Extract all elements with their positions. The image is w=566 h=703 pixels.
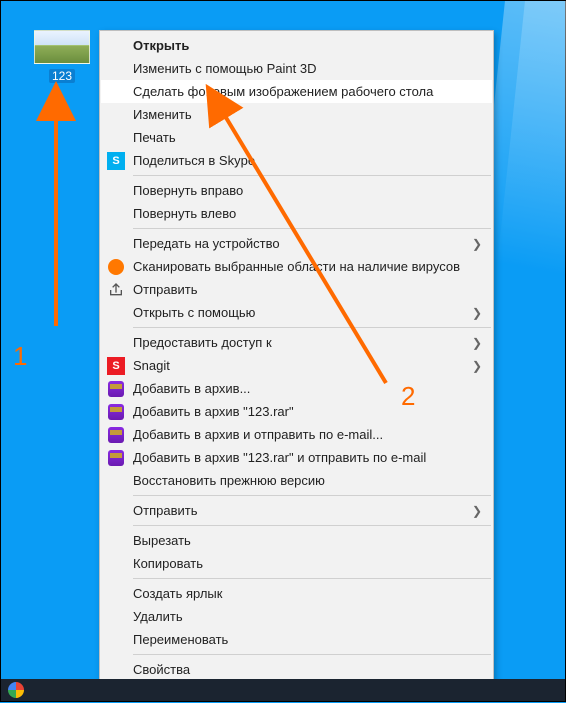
- menu-scan-virus[interactable]: Сканировать выбранные области на наличие…: [101, 255, 492, 278]
- menu-edit-paint3d[interactable]: Изменить с помощью Paint 3D: [101, 57, 492, 80]
- avast-icon: [107, 258, 125, 276]
- menu-create-shortcut[interactable]: Создать ярлык: [101, 582, 492, 605]
- separator: [133, 654, 491, 655]
- desktop-file[interactable]: 123: [31, 30, 93, 83]
- chevron-right-icon: ❯: [472, 336, 482, 350]
- file-name: 123: [49, 69, 75, 83]
- menu-cast-device[interactable]: Передать на устройство❯: [101, 232, 492, 255]
- menu-add-archive[interactable]: Добавить в архив...: [101, 377, 492, 400]
- chevron-right-icon: ❯: [472, 237, 482, 251]
- menu-open[interactable]: Открыть: [101, 34, 492, 57]
- menu-share-skype[interactable]: S Поделиться в Skype: [101, 149, 492, 172]
- menu-archive-email[interactable]: Добавить в архив и отправить по e-mail..…: [101, 423, 492, 446]
- taskbar[interactable]: [1, 679, 565, 701]
- menu-set-desktop-background[interactable]: Сделать фоновым изображением рабочего ст…: [101, 80, 492, 103]
- menu-give-access[interactable]: Предоставить доступ к❯: [101, 331, 492, 354]
- separator: [133, 327, 491, 328]
- separator: [133, 525, 491, 526]
- file-thumbnail: [34, 30, 90, 64]
- menu-add-archive-named[interactable]: Добавить в архив "123.rar": [101, 400, 492, 423]
- menu-cut[interactable]: Вырезать: [101, 529, 492, 552]
- separator: [133, 578, 491, 579]
- menu-copy[interactable]: Копировать: [101, 552, 492, 575]
- menu-properties[interactable]: Свойства: [101, 658, 492, 681]
- winrar-icon: [107, 449, 125, 467]
- separator: [133, 175, 491, 176]
- skype-icon: S: [107, 152, 125, 170]
- menu-snagit[interactable]: S Snagit❯: [101, 354, 492, 377]
- winrar-icon: [107, 426, 125, 444]
- winrar-icon: [107, 403, 125, 421]
- menu-edit[interactable]: Изменить: [101, 103, 492, 126]
- chevron-right-icon: ❯: [472, 306, 482, 320]
- menu-rename[interactable]: Переименовать: [101, 628, 492, 651]
- menu-rotate-right[interactable]: Повернуть вправо: [101, 179, 492, 202]
- chevron-right-icon: ❯: [472, 504, 482, 518]
- menu-archive-named-email[interactable]: Добавить в архив "123.rar" и отправить п…: [101, 446, 492, 469]
- menu-delete[interactable]: Удалить: [101, 605, 492, 628]
- chevron-right-icon: ❯: [472, 359, 482, 373]
- context-menu: Открыть Изменить с помощью Paint 3D Сдел…: [99, 30, 494, 685]
- separator: [133, 228, 491, 229]
- menu-share[interactable]: Отправить: [101, 278, 492, 301]
- taskbar-chrome-icon[interactable]: [1, 679, 31, 701]
- snagit-icon: S: [107, 357, 125, 375]
- menu-print[interactable]: Печать: [101, 126, 492, 149]
- share-icon: [107, 281, 125, 299]
- menu-rotate-left[interactable]: Повернуть влево: [101, 202, 492, 225]
- menu-restore-previous[interactable]: Восстановить прежнюю версию: [101, 469, 492, 492]
- winrar-icon: [107, 380, 125, 398]
- menu-send-to[interactable]: Отправить❯: [101, 499, 492, 522]
- annotation-label-1: 1: [13, 341, 27, 372]
- menu-open-with[interactable]: Открыть с помощью❯: [101, 301, 492, 324]
- separator: [133, 495, 491, 496]
